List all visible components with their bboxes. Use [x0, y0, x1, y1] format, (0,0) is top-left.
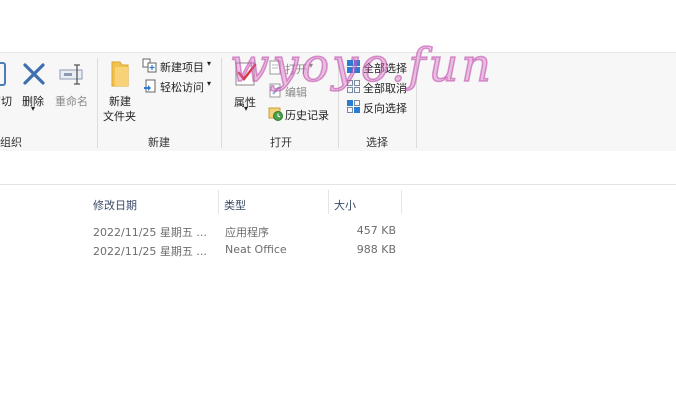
edit-icon[interactable] — [268, 83, 283, 98]
column-divider[interactable] — [218, 190, 219, 214]
organize-group-label: 组织 — [0, 136, 22, 149]
cut-button-label[interactable]: 剪切 — [0, 93, 12, 109]
new-folder-button-line1[interactable]: 新建 — [109, 93, 131, 109]
new-folder-icon[interactable] — [109, 60, 131, 88]
easy-access-icon[interactable] — [142, 78, 158, 94]
address-bar[interactable] — [0, 151, 676, 185]
new-item-icon[interactable] — [142, 58, 158, 74]
select-all-button[interactable]: 全部选择 — [363, 60, 407, 76]
delete-dropdown-arrow-icon[interactable]: ▾ — [31, 104, 35, 113]
select-none-icon[interactable] — [346, 79, 361, 94]
file-date: 2022/11/25 星期五 ... — [93, 226, 207, 239]
select-group-label: 选择 — [366, 136, 388, 149]
cut-icon[interactable] — [0, 62, 6, 86]
ribbon-separator — [338, 58, 339, 148]
open-group-label: 打开 — [270, 136, 292, 149]
invert-selection-button[interactable]: 反向选择 — [363, 100, 407, 116]
open-icon[interactable] — [268, 60, 283, 75]
new-item-button[interactable]: 新建项目 — [160, 59, 204, 75]
file-type: 应用程序 — [225, 226, 269, 239]
invert-selection-icon[interactable] — [346, 99, 361, 114]
properties-dropdown-icon[interactable]: ▾ — [244, 104, 248, 113]
ribbon-separator — [221, 58, 222, 148]
history-button[interactable]: 历史记录 — [285, 107, 329, 123]
open-button[interactable]: 打开 — [285, 61, 307, 77]
file-date: 2022/11/25 星期五 ... — [93, 245, 207, 258]
column-divider[interactable] — [401, 190, 402, 214]
column-header-type[interactable]: 类型 — [224, 197, 246, 213]
open-dropdown-icon[interactable]: ▾ — [309, 61, 313, 70]
ribbon-separator — [416, 58, 417, 148]
rename-icon[interactable] — [58, 62, 86, 86]
column-divider[interactable] — [328, 190, 329, 214]
select-all-icon[interactable] — [346, 59, 361, 74]
ribbon-separator — [97, 58, 98, 148]
easy-access-button[interactable]: 轻松访问 — [160, 79, 204, 95]
new-group-label: 新建 — [148, 136, 170, 149]
properties-icon[interactable] — [234, 61, 258, 87]
column-header-date[interactable]: 修改日期 — [93, 197, 137, 213]
file-size: 988 KB — [356, 243, 396, 256]
file-size: 457 KB — [356, 224, 396, 237]
easy-access-dropdown-icon[interactable]: ▾ — [207, 79, 211, 88]
rename-button[interactable]: 重命名 — [55, 93, 88, 109]
delete-icon[interactable] — [22, 62, 46, 86]
column-header-size[interactable]: 大小 — [334, 197, 356, 213]
new-folder-button-line2[interactable]: 文件夹 — [103, 108, 136, 124]
history-icon[interactable] — [268, 106, 283, 121]
new-item-dropdown-icon[interactable]: ▾ — [207, 59, 211, 68]
select-none-button[interactable]: 全部取消 — [363, 80, 407, 96]
file-type: Neat Office — [225, 243, 287, 256]
edit-button[interactable]: 编辑 — [285, 84, 307, 100]
